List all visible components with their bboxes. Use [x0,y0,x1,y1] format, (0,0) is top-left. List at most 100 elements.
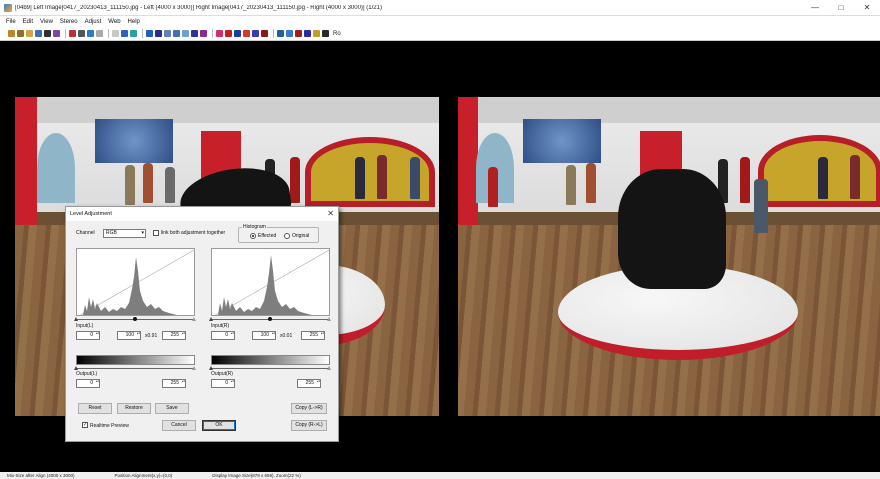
toolbar-tool-icon[interactable] [69,30,76,37]
toolbar-tool-icon[interactable] [44,30,51,37]
copy-left-to-right-button[interactable]: Copy (L->R) [291,403,327,414]
toolbar-tool-icon[interactable] [155,30,162,37]
output-black-handle[interactable] [209,366,213,370]
cancel-button[interactable]: Cancel [162,420,196,431]
toolbar-tool-icon[interactable] [225,30,232,37]
toolbar-separator [108,29,109,38]
toolbar-tool-icon[interactable] [78,30,85,37]
toolbar-separator [142,29,143,38]
toolbar-tool-icon[interactable] [130,30,137,37]
toolbar-tool-icon[interactable] [121,30,128,37]
toolbar-tool-icon[interactable] [35,30,42,37]
costume-mannequin [818,157,828,199]
toolbar-tool-icon[interactable] [216,30,223,37]
status-zoom: Display Image Size(879 x 659), Zoom(22 %… [212,473,301,478]
menu-web[interactable]: Web [108,19,120,25]
toolbar-tool-icon[interactable] [26,30,33,37]
gallery-ceiling [458,97,880,123]
left-input-white[interactable]: 255 [162,331,186,340]
toolbar-separator [273,29,274,38]
toolbar-tool-icon[interactable] [286,30,293,37]
toolbar-tool-icon[interactable] [252,30,259,37]
left-input-mid[interactable]: 100 [117,331,141,340]
costume-mannequin [850,155,860,199]
status-size: Mix-Size after Align (4000 x 3000) [7,473,75,478]
left-output-white[interactable]: 255 [162,379,186,388]
toolbar-tool-icon[interactable] [112,30,119,37]
minimize-button[interactable]: — [802,0,828,16]
menu-help[interactable]: Help [128,19,140,25]
output-white-handle[interactable] [192,366,196,370]
right-input-slider[interactable] [209,317,331,322]
toolbar-tool-icon[interactable] [200,30,207,37]
left-output-black[interactable]: 0 [76,379,100,388]
maximize-button[interactable]: □ [828,0,854,16]
copy-right-to-left-button[interactable]: Copy (R->L) [291,420,327,431]
menu-stereo[interactable]: Stereo [60,19,78,25]
black-point-handle[interactable] [74,317,78,321]
channel-label: Channel [76,230,95,236]
ok-button[interactable]: OK [202,420,236,431]
toolbar-tool-icon[interactable] [243,30,250,37]
white-point-handle[interactable] [327,317,331,321]
costume-mannequin [143,163,153,203]
toolbar-ro-label[interactable]: Ro [333,31,341,37]
dialog-close-button[interactable]: ✕ [327,209,334,218]
left-input-slider[interactable] [74,317,196,322]
toolbar-tool-icon[interactable] [191,30,198,37]
right-output-black[interactable]: 0 [211,379,235,388]
output-white-handle[interactable] [327,366,331,370]
close-button[interactable]: ✕ [854,0,880,16]
toolbar-tool-icon[interactable] [87,30,94,37]
toolbar-tool-icon[interactable] [295,30,302,37]
link-adjustment-checkbox[interactable] [153,230,159,236]
menu-edit[interactable]: Edit [23,19,33,25]
toolbar-tool-icon[interactable] [182,30,189,37]
title-bar: [04b9] Left Image[0417_20230413_111150.j… [0,0,880,16]
toolbar-tool-icon[interactable] [53,30,60,37]
white-point-handle[interactable] [192,317,196,321]
right-output-white[interactable]: 255 [297,379,321,388]
video-screen [523,119,601,163]
restore-button[interactable]: Restore [117,403,151,414]
toolbar-tool-icon[interactable] [261,30,268,37]
radio-original[interactable] [284,233,290,239]
toolbar-tool-icon[interactable] [8,30,15,37]
channel-select[interactable]: RGB ▾ [103,229,146,238]
menu-view[interactable]: View [40,19,53,25]
toolbar-tool-icon[interactable] [277,30,284,37]
left-input-black[interactable]: 0 [76,331,100,340]
toolbar-tool-icon[interactable] [173,30,180,37]
toolbar-tool-icon[interactable] [304,30,311,37]
right-input-black[interactable]: 0 [211,331,235,340]
blue-arch [37,133,75,203]
right-image[interactable] [458,97,880,416]
toolbar-tool-icon[interactable] [96,30,103,37]
menu-adjust[interactable]: Adjust [85,19,102,25]
realtime-preview-checkbox[interactable]: ✓ [82,422,88,428]
gamma-handle[interactable] [133,317,137,321]
menu-file[interactable]: File [6,19,16,25]
histogram-group-label: Histogram [242,224,267,230]
black-point-handle[interactable] [209,317,213,321]
toolbar-tool-icon[interactable] [234,30,241,37]
red-wall-panel [458,97,478,237]
toolbar-tool-icon[interactable] [17,30,24,37]
radio-effected-label: Effected [258,233,277,239]
toolbar-tool-icon[interactable] [164,30,171,37]
dialog-title: Level Adjustment [66,207,338,221]
toolbar-tool-icon[interactable] [322,30,329,37]
output-black-handle[interactable] [74,366,78,370]
costume-mannequin [125,165,135,205]
radio-effected[interactable] [250,233,256,239]
right-input-white[interactable]: 255 [301,331,325,340]
toolbar-tool-icon[interactable] [146,30,153,37]
save-button[interactable]: Save [155,403,189,414]
toolbar-tool-icon[interactable] [313,30,320,37]
status-bar: Mix-Size after Align (4000 x 3000) Posit… [0,472,880,479]
costume-mannequin [586,163,596,203]
reset-button[interactable]: Reset [78,403,112,414]
right-input-mid[interactable]: 100 [252,331,276,340]
gamma-handle[interactable] [268,317,272,321]
left-output-gradient [76,355,195,365]
